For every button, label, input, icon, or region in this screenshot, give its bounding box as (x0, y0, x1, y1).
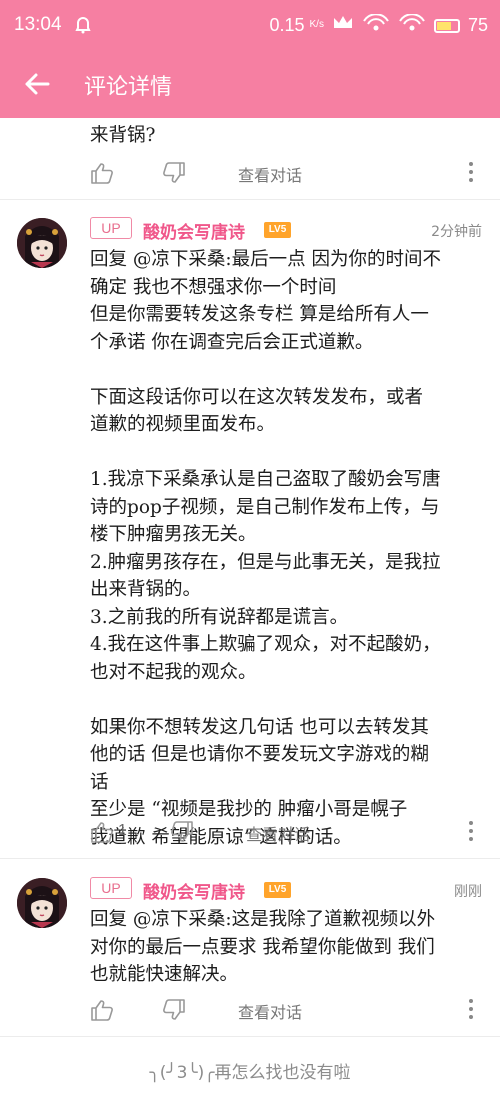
more-vertical-icon[interactable] (468, 162, 474, 184)
thumbs-down-icon[interactable] (162, 998, 188, 1024)
level-badge: LV5 (264, 222, 291, 238)
view-conversation-link[interactable]: 查看对话 (238, 162, 302, 186)
notification-icon (73, 14, 93, 39)
status-bar: 13:04 0.15 K/s 75 (0, 0, 500, 52)
more-vertical-icon[interactable] (468, 999, 474, 1021)
battery-level: 75 (467, 15, 488, 35)
up-badge: UP (90, 877, 132, 899)
thumbs-up-icon[interactable] (90, 161, 116, 187)
avatar[interactable] (17, 878, 67, 928)
username[interactable]: 酸奶会写唐诗 (143, 878, 245, 903)
back-arrow-icon[interactable] (22, 66, 58, 102)
crown-icon (332, 14, 354, 37)
wifi-icon (362, 13, 390, 37)
divider (0, 1036, 500, 1037)
more-vertical-icon[interactable] (468, 821, 474, 843)
comment-text-tail: 来背锅? (90, 125, 156, 146)
status-time: 13:04 (14, 14, 62, 35)
comment-actions: 查看对话 (0, 996, 500, 1026)
avatar[interactable] (17, 218, 67, 268)
signal-icon (398, 13, 426, 37)
comment-text: 回复 @凉下采桑:这是我除了道歉视频以外 对你的最后一点要求 我希望你能做到 我… (90, 909, 436, 985)
battery-icon (433, 18, 460, 33)
up-badge: UP (90, 217, 132, 239)
end-of-list-text: ╮(╯3╰)╭再怎么找也没有啦 (149, 1063, 351, 1083)
level-badge: LV5 (264, 882, 291, 898)
divider (0, 199, 500, 200)
status-indicators: 0.15 K/s 75 (269, 13, 488, 37)
thumbs-down-icon[interactable] (170, 820, 196, 846)
username[interactable]: 酸奶会写唐诗 (143, 218, 245, 243)
like-count: 1 (118, 822, 127, 839)
comment-actions: 查看对话 (0, 159, 500, 189)
thumbs-up-icon[interactable] (90, 820, 116, 846)
view-conversation-link[interactable]: 查看对话 (246, 821, 310, 845)
comment-time: 刚刚 (454, 884, 482, 900)
comment-text: 回复 @凉下采桑:最后一点 因为你的时间不 确定 我也不想强求你一个时间 但是你… (90, 249, 441, 848)
app-bar: 评论详情 (0, 52, 500, 118)
comment-time: 2分钟前 (431, 224, 482, 240)
divider (0, 858, 500, 859)
page-title: 评论详情 (84, 75, 173, 100)
view-conversation-link[interactable]: 查看对话 (238, 999, 302, 1023)
network-speed-unit: K/s (309, 19, 324, 30)
comment-actions: 1 查看对话 (0, 818, 500, 848)
network-speed: 0.15 (269, 15, 305, 35)
thumbs-up-icon[interactable] (90, 998, 116, 1024)
thumbs-down-icon[interactable] (162, 161, 188, 187)
